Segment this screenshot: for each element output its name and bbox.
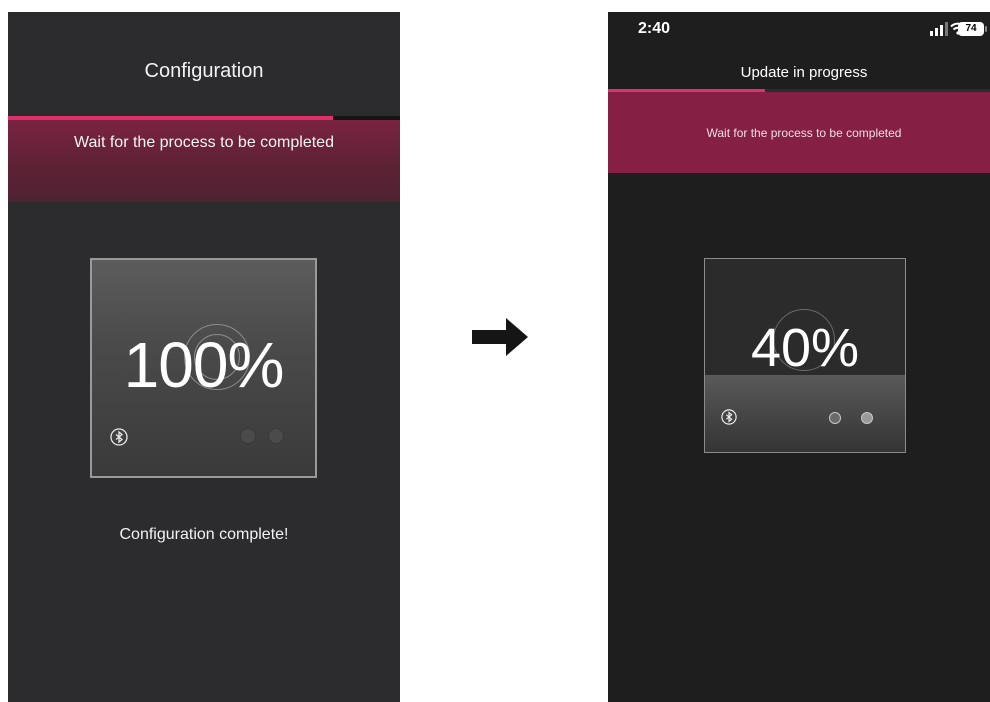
status-bar-time: 2:40 <box>638 20 671 37</box>
battery-cap <box>985 26 987 32</box>
progress-percent: 40% <box>750 318 860 378</box>
battery-icon: 74 <box>958 22 984 36</box>
configuration-screen: Configuration Wait for the process to be… <box>8 12 400 702</box>
device-illustration: 100% <box>90 258 317 478</box>
indicator-dot <box>240 428 256 444</box>
update-screen: 2:40 74 Update in progress Wait for the … <box>608 12 990 702</box>
status-message: Configuration complete! <box>119 526 289 543</box>
arrow-right-icon <box>472 318 528 356</box>
bluetooth-icon <box>721 409 737 425</box>
indicator-dot <box>861 412 873 424</box>
banner-text: Wait for the process to be completed <box>706 126 902 140</box>
bluetooth-icon <box>110 428 128 446</box>
indicator-dot <box>268 428 284 444</box>
info-banner: Wait for the process to be completed <box>608 92 990 173</box>
page-title: Configuration <box>144 60 264 82</box>
indicator-dot <box>829 412 841 424</box>
signal-icon <box>930 22 948 36</box>
info-banner: Wait for the process to be completed <box>8 120 400 202</box>
progress-percent: 100% <box>123 329 285 401</box>
device-illustration: 40% <box>704 258 906 453</box>
banner-text: Wait for the process to be completed <box>74 134 334 151</box>
page-title: Update in progress <box>740 64 868 81</box>
